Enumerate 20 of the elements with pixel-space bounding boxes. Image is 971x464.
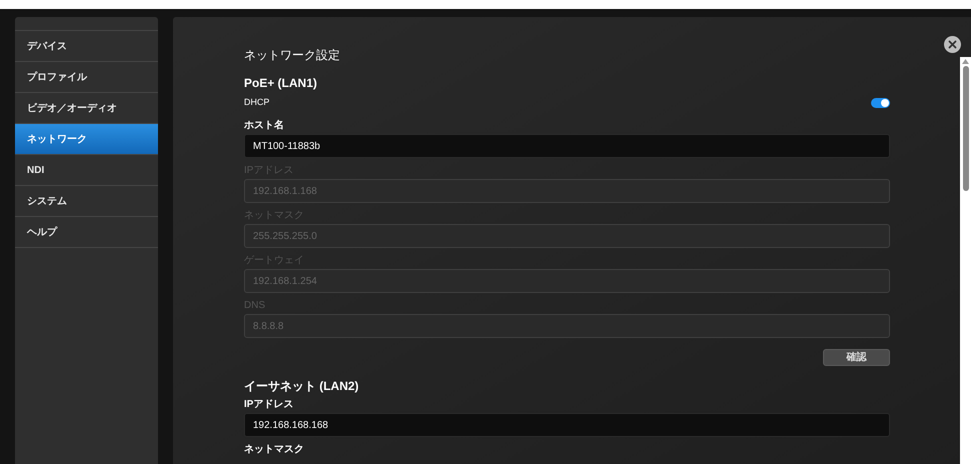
sidebar-item[interactable]: ヘルプ xyxy=(15,216,158,247)
sidebar-item[interactable]: システム xyxy=(15,185,158,216)
sidebar-item[interactable]: ネットワーク xyxy=(15,123,158,154)
section-heading: イーサネット (LAN2) xyxy=(244,378,360,393)
text-field[interactable]: 192.168.168.168 xyxy=(244,413,890,437)
scrollbar[interactable] xyxy=(960,57,971,464)
field-label: ネットマスク xyxy=(244,444,305,456)
sidebar-item[interactable]: プロファイル xyxy=(15,61,158,92)
section-heading: PoE+ (LAN1) xyxy=(244,75,318,90)
sidebar-item[interactable]: NDI xyxy=(15,154,158,185)
field-label: ホスト名 xyxy=(244,120,285,132)
close-icon[interactable] xyxy=(944,36,961,53)
sidebar-item[interactable]: デバイス xyxy=(15,30,158,61)
text-field[interactable]: MT100-11883b xyxy=(244,134,890,158)
panel-title: ネットワーク設定 xyxy=(244,47,341,64)
confirm-button[interactable]: 確認 xyxy=(823,349,890,366)
scroll-up-icon[interactable] xyxy=(962,59,969,64)
field-label: IPアドレス xyxy=(244,399,294,411)
dhcp-label: DHCP xyxy=(244,96,270,110)
toggle-switch[interactable] xyxy=(871,98,890,108)
